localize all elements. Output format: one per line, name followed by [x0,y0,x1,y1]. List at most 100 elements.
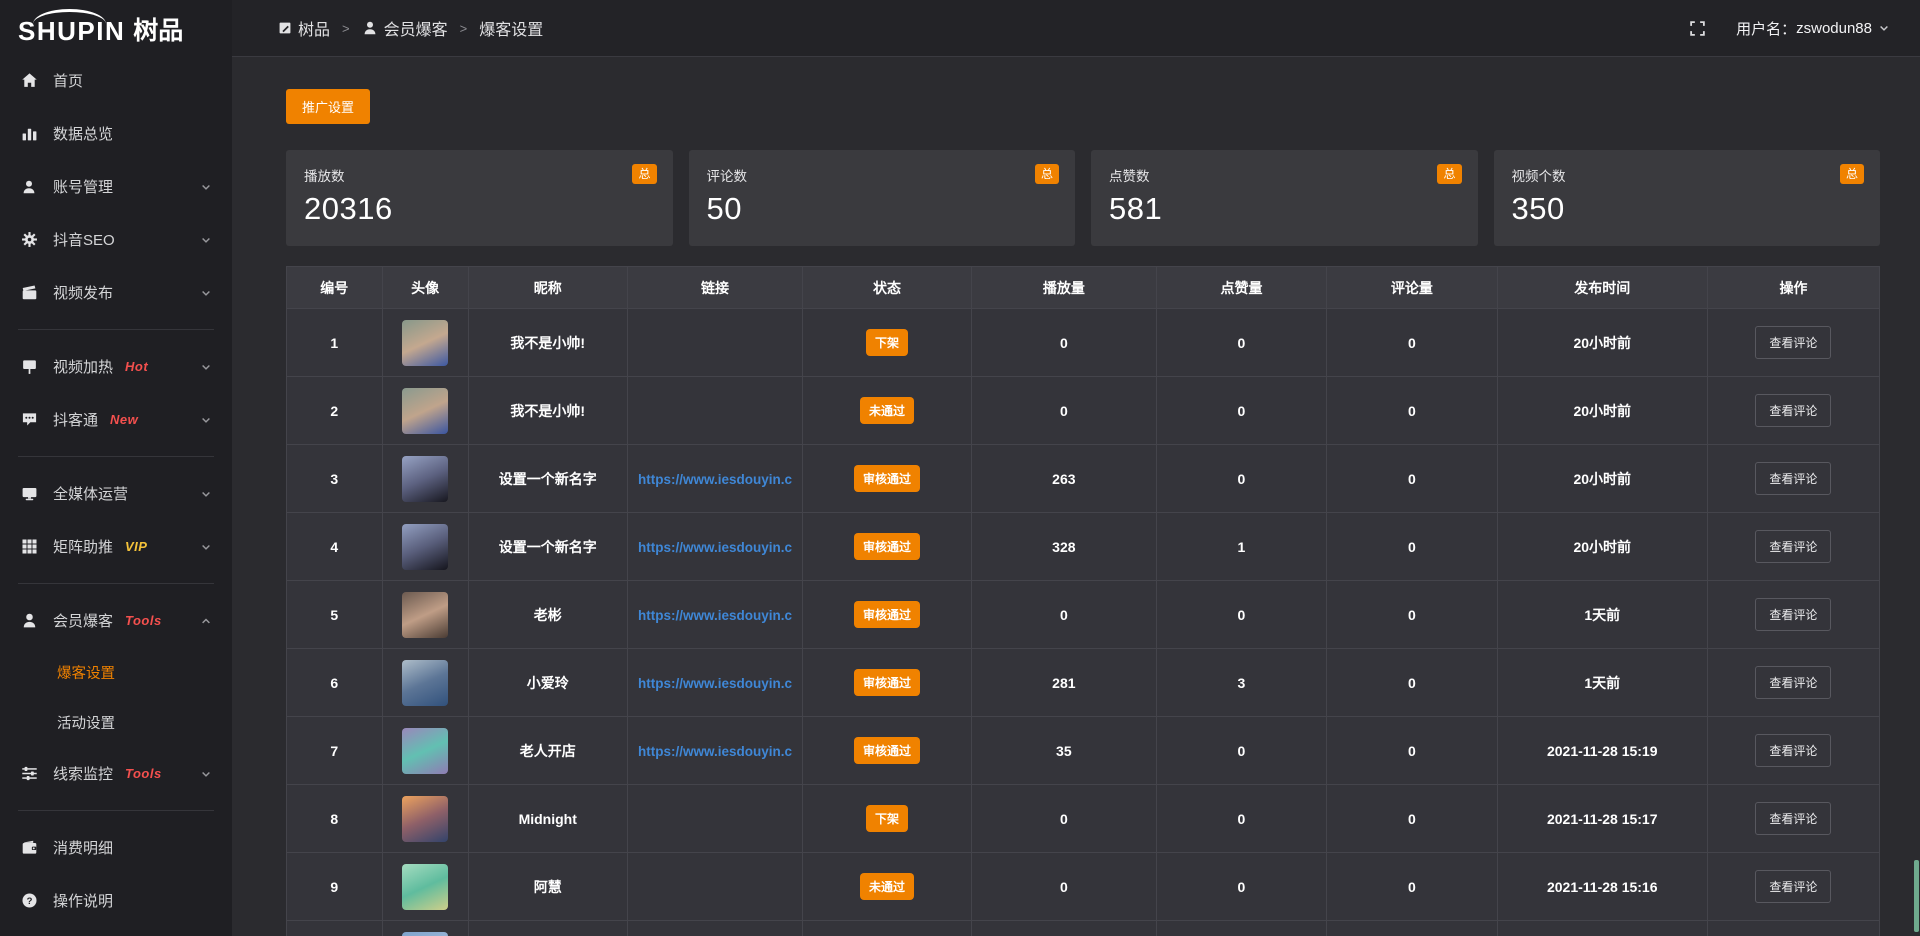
sidebar-item-douyin-seo[interactable]: 抖音SEO [0,213,232,266]
breadcrumb: 树品>会员爆客>爆客设置 [278,16,543,40]
sidebar-item-badge: New [110,412,138,427]
cell-time: 2021-11-28 15:19 [1497,717,1707,785]
table-row-partial [287,921,1880,936]
cell-id: 4 [287,513,383,581]
status-badge[interactable]: 审核通过 [854,601,920,628]
sidebar-item-matrix-boost[interactable]: 矩阵助推VIP [0,520,232,573]
status-badge[interactable]: 未通过 [860,873,914,900]
cell-avatar [382,445,468,513]
status-badge[interactable]: 下架 [866,805,908,832]
column-header: 评论量 [1327,267,1497,309]
view-comments-button[interactable]: 查看评论 [1755,870,1831,903]
view-comments-button[interactable]: 查看评论 [1755,666,1831,699]
cell-link: https://www.iesdouyin.c [627,581,802,649]
view-comments-button[interactable]: 查看评论 [1755,734,1831,767]
sidebar-item-member-baoke[interactable]: 会员爆客Tools [0,594,232,647]
sidebar-item-douketong[interactable]: 抖客通 New [0,393,232,446]
profile-link[interactable]: https://www.iesdouyin.c [638,540,792,555]
status-badge[interactable]: 审核通过 [854,465,920,492]
column-header: 发布时间 [1497,267,1707,309]
content: 推广设置 播放数20316总评论数50总点赞数581总视频个数350总 编号头像… [232,57,1920,936]
cell-nickname: 我不是小帅! [468,377,627,445]
cell-action: 查看评论 [1707,853,1879,921]
menu-divider [18,329,214,330]
home-icon [20,72,38,89]
view-comments-button[interactable]: 查看评论 [1755,802,1831,835]
view-comments-button[interactable]: 查看评论 [1755,394,1831,427]
sidebar-item-account-management[interactable]: 账号管理 [0,160,232,213]
sidebar-item-label: 抖客通 [53,409,98,430]
sidebar-item-label: 全媒体运营 [53,483,128,504]
cell-action: 查看评论 [1707,785,1879,853]
view-comments-button[interactable]: 查看评论 [1755,462,1831,495]
cell-avatar [382,853,468,921]
cell-likes: 0 [1156,853,1326,921]
fullscreen-icon[interactable] [1689,20,1706,37]
sidebar-item-label: 抖音SEO [53,229,115,250]
profile-link[interactable]: https://www.iesdouyin.c [638,744,792,759]
username-label: 用户名： [1736,18,1796,39]
profile-link[interactable]: https://www.iesdouyin.c [638,472,792,487]
cell-action: 查看评论 [1707,377,1879,445]
grid-icon [20,538,38,555]
sidebar-item-clue-monitor[interactable]: 线索监控Tools [0,747,232,800]
view-comments-button[interactable]: 查看评论 [1755,598,1831,631]
sidebar-item-data-overview[interactable]: 数据总览 [0,107,232,160]
cell-likes: 0 [1156,377,1326,445]
cell-comments: 0 [1327,377,1497,445]
sidebar-item-home[interactable]: 首页 [0,54,232,107]
cell-id: 9 [287,853,383,921]
user-icon [362,20,378,36]
brand-logo[interactable]: SHUPIN 树品 [0,0,232,46]
cell-status: 未通过 [803,853,972,921]
cell-comments: 0 [1327,649,1497,717]
sidebar-subitem-baoke-settings[interactable]: 爆客设置 [0,647,232,697]
sidebar-item-video-heat[interactable]: 视频加热Hot [0,340,232,393]
chevron-up-icon [200,615,212,627]
view-comments-button[interactable]: 查看评论 [1755,530,1831,563]
sidebar-item-consume-detail[interactable]: 消费明细 [0,821,232,874]
table-head-row: 编号头像昵称链接状态播放量点赞量评论量发布时间操作 [287,267,1880,309]
cell-avatar [382,377,468,445]
status-badge[interactable]: 下架 [866,329,908,356]
sidebar-item-video-publish[interactable]: 视频发布 [0,266,232,319]
avatar-image [402,592,448,638]
cell-action: 查看评论 [1707,649,1879,717]
cell-time: 20小时前 [1497,513,1707,581]
profile-link[interactable]: https://www.iesdouyin.c [638,608,792,623]
status-badge[interactable]: 未通过 [860,397,914,424]
promo-settings-button[interactable]: 推广设置 [286,89,370,124]
brand-logo-en: SHUPIN [18,18,125,44]
profile-link[interactable]: https://www.iesdouyin.c [638,676,792,691]
menu-divider [18,583,214,584]
sidebar-item-label: 账号管理 [53,176,113,197]
breadcrumb-item-2[interactable]: 会员爆客 [362,16,448,40]
status-badge[interactable]: 审核通过 [854,533,920,560]
cell-status: 审核通过 [803,717,972,785]
chevron-down-icon [200,414,212,426]
breadcrumb-item-1[interactable]: 树品 [278,16,330,40]
cell-nickname: 我不是小帅! [468,309,627,377]
cell-status: 审核通过 [803,513,972,581]
sidebar-item-operation-guide[interactable]: ?操作说明 [0,874,232,927]
sidebar-item-label: 消费明细 [53,837,113,858]
avatar-image [402,864,448,910]
cell-status: 审核通过 [803,649,972,717]
avatar-image [402,456,448,502]
sidebar-submenu: 爆客设置活动设置 [0,647,232,747]
cell-nickname: 小爱玲 [468,649,627,717]
sidebar-item-all-media-operation[interactable]: 全媒体运营 [0,467,232,520]
view-comments-button[interactable]: 查看评论 [1755,326,1831,359]
cell-status: 审核通过 [803,445,972,513]
menu-divider [18,456,214,457]
status-badge[interactable]: 审核通过 [854,669,920,696]
status-badge[interactable]: 审核通过 [854,737,920,764]
sidebar: SHUPIN 树品 首页数据总览账号管理抖音SEO 视频发布视频加热Hot 抖客通 N… [0,0,232,936]
total-badge: 总 [1035,164,1059,184]
sidebar-subitem-activity-settings[interactable]: 活动设置 [0,697,232,747]
scrollbar-thumb[interactable] [1914,860,1919,932]
cell-comments: 0 [1327,717,1497,785]
breadcrumb-separator: > [342,21,350,36]
user-menu[interactable]: 用户名： zswodun88 [1736,18,1890,39]
chevron-down-icon [200,361,212,373]
